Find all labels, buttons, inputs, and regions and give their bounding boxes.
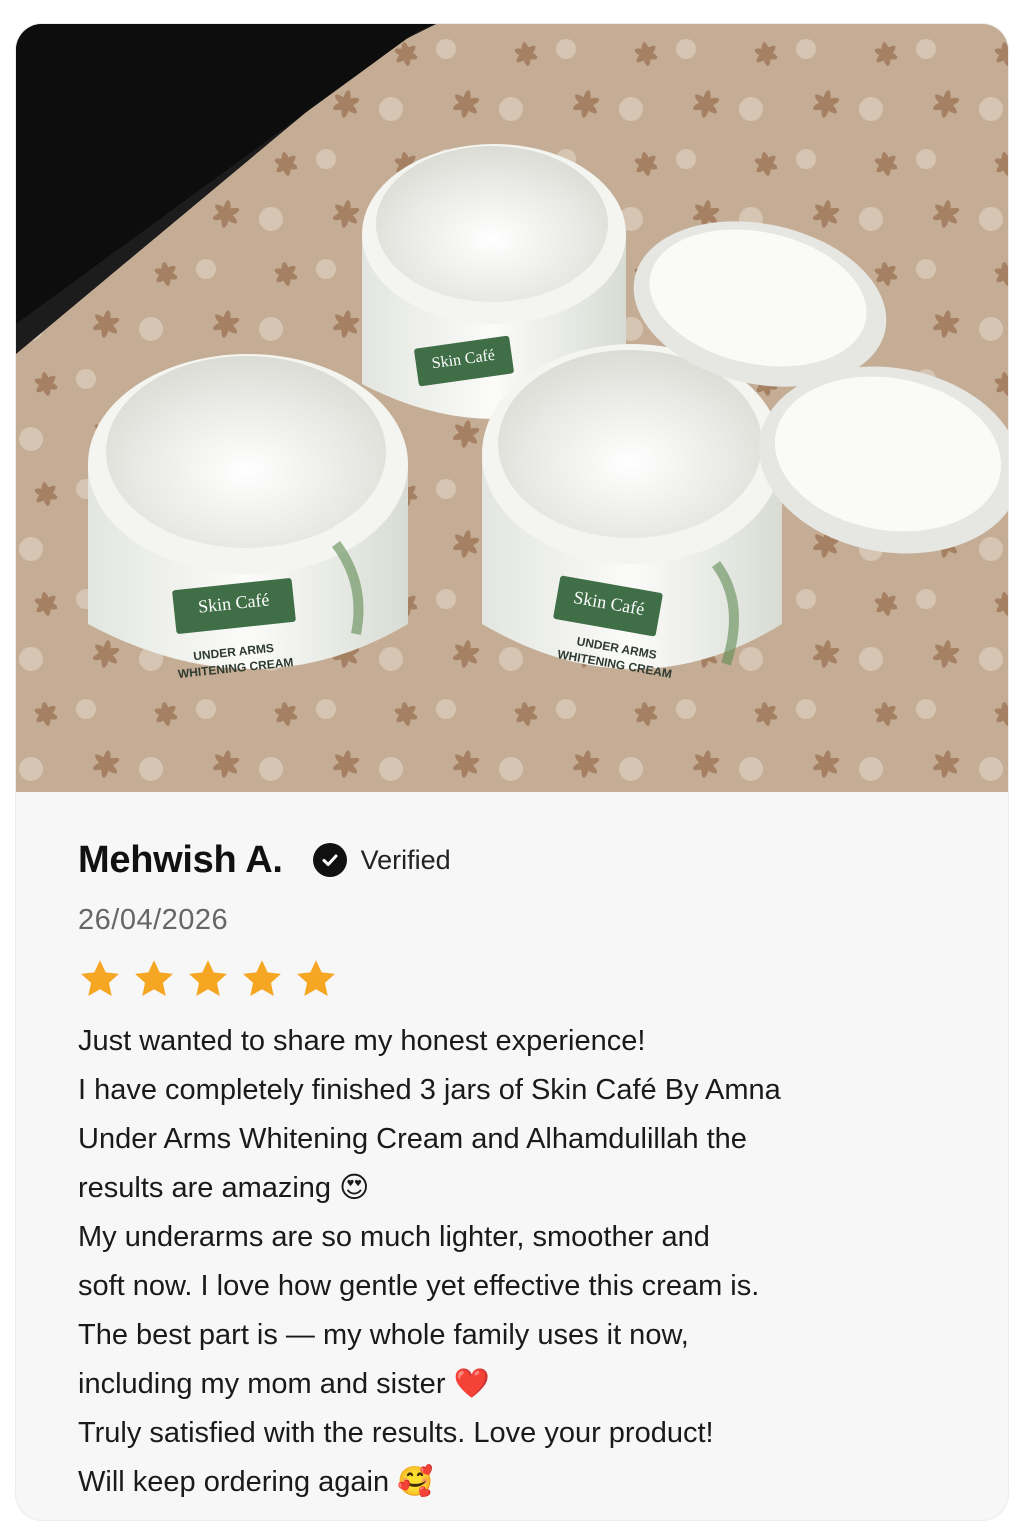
review-line: Will keep ordering again 🥰 [78,1466,434,1498]
review-line: Under Arms Whitening Cream and Alhamduli… [78,1123,747,1155]
review-line: Truly satisfied with the results. Love y… [78,1417,714,1449]
review-line: The best part is — my whole family uses … [78,1319,689,1351]
product-jars-image: Skin Café UNDER ARMS WHITENING CREAM Ski… [16,24,1008,792]
check-circle-icon [312,843,347,877]
review-line: Just wanted to share my honest experienc… [78,1025,646,1057]
review-photo[interactable]: Skin Café UNDER ARMS WHITENING CREAM Ski… [16,24,1008,792]
jar-left: Skin Café UNDER ARMS WHITENING CREAM [88,354,408,681]
reviewer-name: Mehwish A. [78,838,283,881]
review-line: results are amazing 😍 [78,1172,370,1204]
verified-label: Verified [360,844,451,875]
star-icon [189,960,227,997]
review-line: soft now. I love how gentle yet effectiv… [78,1270,760,1302]
star-icon [297,960,335,997]
review-text: Just wanted to share my honest experienc… [78,1017,958,1507]
review-header: Mehwish A. Verified [78,832,958,888]
jar-front: Skin Café UNDER ARMS WHITENING CREAM [482,344,782,681]
review-content: Mehwish A. Verified 26/04/2026 Just want… [78,832,958,1507]
star-icon [135,960,173,997]
star-icon [81,960,119,997]
star-rating [78,957,958,1001]
verified-badge: Verified [312,843,451,877]
review-line: including my mom and sister ❤️ [78,1368,490,1400]
review-line: My underarms are so much lighter, smooth… [78,1221,710,1253]
review-card: Skin Café UNDER ARMS WHITENING CREAM Ski… [16,24,1008,1520]
review-line: I have completely finished 3 jars of Ski… [78,1074,781,1106]
star-icon [243,960,281,997]
review-date: 26/04/2026 [78,904,229,936]
